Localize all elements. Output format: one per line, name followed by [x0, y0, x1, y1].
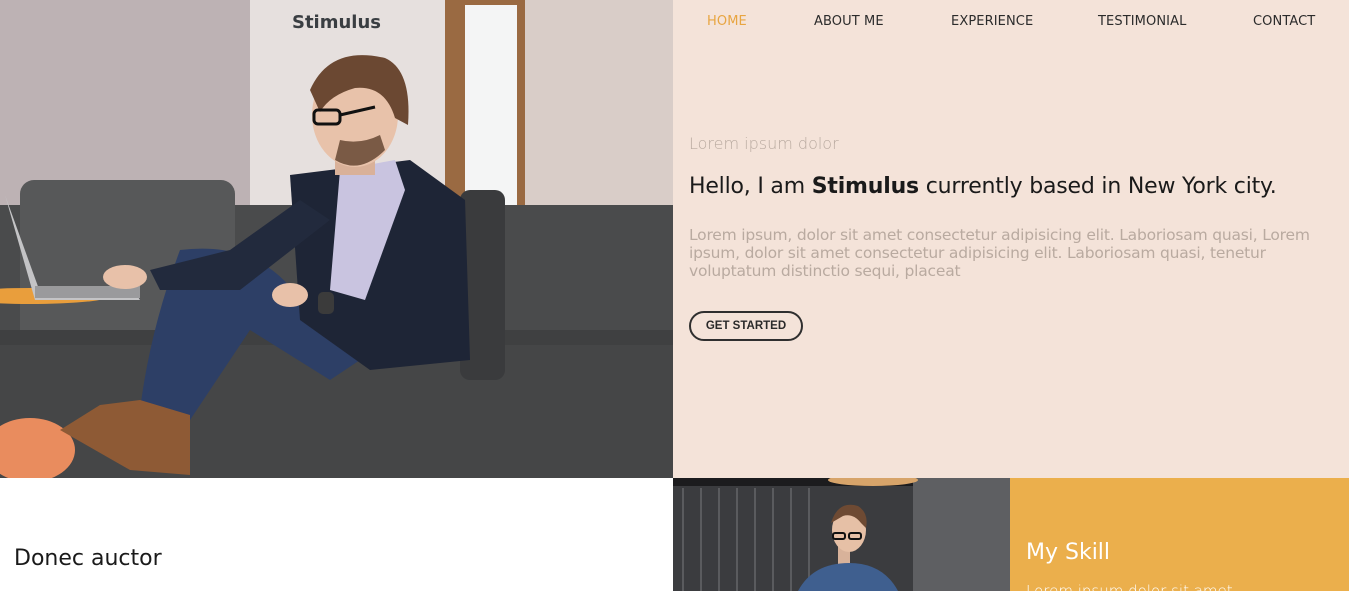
- nav-testimonial[interactable]: TESTIMONIAL: [1098, 14, 1186, 29]
- headline-prefix: Hello, I am: [689, 174, 812, 199]
- skill-title: My Skill: [1026, 540, 1111, 565]
- headline-suffix: currently based in New York city.: [918, 174, 1277, 199]
- hero-headline: Hello, I am Stimulus currently based in …: [689, 174, 1277, 199]
- nav-contact[interactable]: CONTACT: [1253, 14, 1315, 29]
- get-started-button[interactable]: GET STARTED: [689, 311, 803, 341]
- nav-about-me[interactable]: ABOUT ME: [814, 14, 884, 29]
- about-title: Donec auctor: [14, 546, 162, 571]
- main-nav: HOME ABOUT ME EXPERIENCE TESTIMONIAL CON…: [673, 14, 1349, 36]
- hero-photo: Stimulus: [0, 0, 673, 478]
- skill-photo: [673, 478, 1010, 591]
- headline-name: Stimulus: [811, 174, 919, 199]
- hero-intro: Lorem ipsum, dolor sit amet consectetur …: [689, 226, 1310, 280]
- man-with-laptop-image: [0, 0, 673, 478]
- hero-panel: HOME ABOUT ME EXPERIENCE TESTIMONIAL CON…: [673, 0, 1349, 478]
- skill-panel: My Skill Lorem ipsum dolor sit amet: [1010, 478, 1349, 591]
- brand-logo[interactable]: Stimulus: [0, 12, 673, 33]
- skill-text: Lorem ipsum dolor sit amet: [1026, 582, 1233, 591]
- hero-kicker: Lorem ipsum dolor: [689, 134, 839, 153]
- man-reading-image: [673, 478, 1010, 591]
- nav-experience[interactable]: EXPERIENCE: [951, 14, 1033, 29]
- nav-home[interactable]: HOME: [707, 14, 747, 29]
